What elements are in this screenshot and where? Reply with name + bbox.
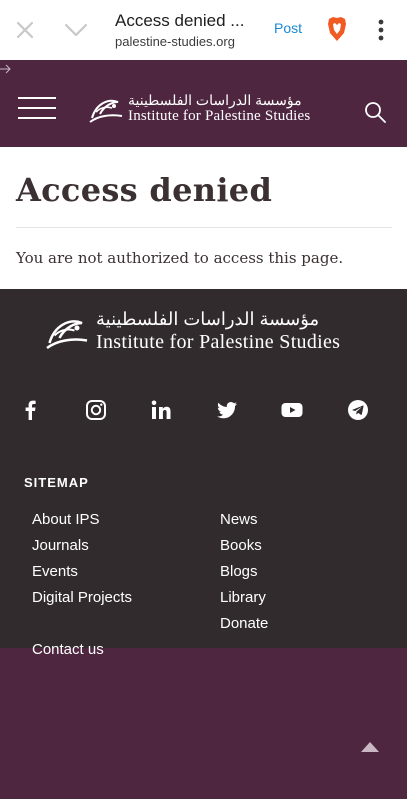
url-text[interactable]: palestine-studies.org (115, 34, 255, 49)
site-header: مؤسسة الدراسات الفلسطينية Institute for … (0, 60, 407, 147)
post-button[interactable]: Post (274, 20, 302, 36)
page-title: Access denied (16, 171, 273, 209)
logo-emblem-icon (46, 320, 88, 350)
chevron-down-icon[interactable] (62, 19, 90, 41)
footer-logo-arabic-text: مؤسسة الدراسات الفلسطينية (96, 309, 320, 329)
site-footer: مؤسسة الدراسات الفلسطينية Institute for … (0, 289, 407, 648)
menu-button[interactable] (18, 97, 56, 119)
search-icon[interactable] (363, 100, 387, 124)
logo-arabic-text: مؤسسة الدراسات الفلسطينية (128, 92, 302, 108)
hamburger-line (18, 117, 56, 119)
brave-shield-icon[interactable] (326, 16, 348, 42)
sitemap-heading: SITEMAP (24, 475, 89, 490)
tab-title: Access denied ... (115, 11, 245, 30)
footer-link-events[interactable]: Events (32, 563, 78, 580)
footer-logo[interactable]: مؤسسة الدراسات الفلسطينية Institute for … (44, 309, 374, 355)
facebook-icon[interactable] (18, 398, 42, 422)
access-message: You are not authorized to access this pa… (16, 249, 344, 267)
site-logo[interactable]: مؤسسة الدراسات الفلسطينية Institute for … (88, 92, 338, 128)
footer-link-digital-projects[interactable]: Digital Projects (32, 589, 132, 606)
footer-link-about-ips[interactable]: About IPS (32, 511, 100, 528)
logo-emblem-icon (89, 99, 123, 123)
footer-link-journals[interactable]: Journals (32, 537, 89, 554)
footer-link-donate[interactable]: Donate (220, 615, 268, 632)
hamburger-line (18, 97, 56, 99)
telegram-icon[interactable] (346, 398, 370, 422)
footer-link-news[interactable]: News (220, 511, 258, 528)
close-icon[interactable] (12, 17, 38, 43)
main-content: Access denied You are not authorized to … (0, 147, 407, 289)
hamburger-line (18, 107, 56, 109)
youtube-icon[interactable] (280, 398, 304, 422)
footer-link-blogs[interactable]: Blogs (220, 563, 258, 580)
footer-link-contact-us[interactable]: Contact us (32, 641, 104, 658)
logo-name-text: Institute for Palestine Studies (128, 108, 311, 124)
more-menu-icon[interactable] (374, 18, 388, 42)
footer-link-books[interactable]: Books (220, 537, 262, 554)
footer-logo-name-text: Institute for Palestine Studies (96, 331, 341, 353)
divider (16, 227, 392, 228)
arrow-icon (0, 64, 11, 74)
back-to-top-icon[interactable] (359, 738, 381, 754)
twitter-icon[interactable] (215, 398, 239, 422)
browser-toolbar: Access denied ... palestine-studies.org … (0, 0, 407, 61)
instagram-icon[interactable] (84, 398, 108, 422)
footer-link-library[interactable]: Library (220, 589, 266, 606)
linkedin-icon[interactable] (149, 398, 173, 422)
